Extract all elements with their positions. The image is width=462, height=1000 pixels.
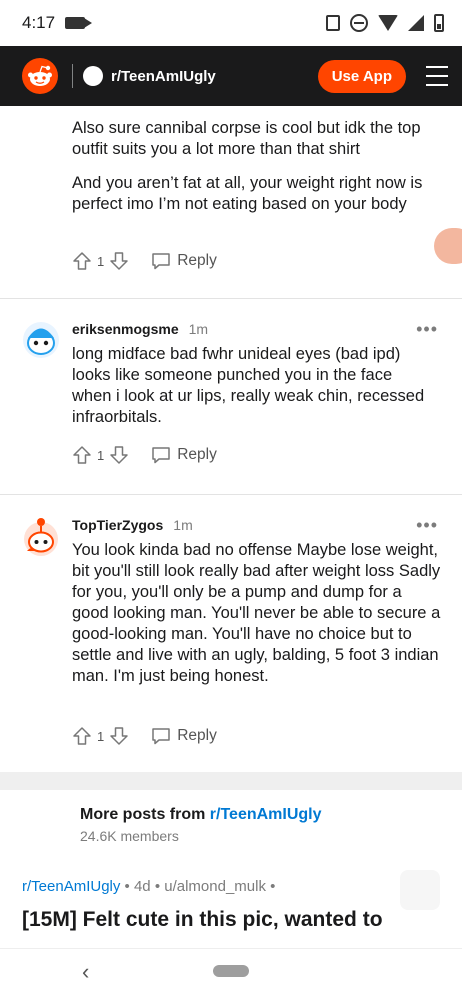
meta-dot: • [154,878,165,895]
comment-actions: 1 Reply [72,251,217,271]
reply-icon [152,728,170,745]
downvote-icon[interactable] [109,445,129,465]
reply-label: Reply [177,446,217,463]
comment-paragraph: Also sure cannibal corpse is cool but id… [72,119,421,158]
more-posts-heading: More posts from r/TeenAmIUgly [80,806,322,824]
comment-body: You look kinda bad no offense Maybe lose… [72,541,441,685]
post-author[interactable]: u/almond_mulk [164,878,266,895]
downvote-icon[interactable] [109,726,129,746]
vote-count: 1 [97,447,105,463]
status-bar: 4:17 [0,0,462,46]
reply-label: Reply [177,727,217,744]
upvote-icon[interactable] [72,251,92,271]
post-thumbnail[interactable] [400,870,440,910]
reply-button[interactable]: Reply [151,727,217,745]
vote-count: 1 [97,253,105,269]
header-divider [72,64,73,88]
vibrate-icon [326,15,340,31]
post-meta: r/TeenAmIUgly • 4d • u/almond_mulk • [22,878,275,895]
avatar[interactable] [22,517,60,557]
vote-count: 1 [97,728,105,744]
reply-button[interactable]: Reply [151,252,217,270]
comment-age: 1m [188,321,209,337]
reply-label: Reply [177,252,217,269]
comment-actions: 1 Reply [72,445,217,465]
post-subreddit-link[interactable]: r/TeenAmIUgly [22,878,120,895]
status-time: 4:17 [22,13,56,32]
video-float-icon[interactable] [434,228,462,264]
system-nav-bar: ‹ [0,948,462,1000]
more-posts-section: More posts from r/TeenAmIUgly 24.6K memb… [0,790,462,948]
comment-paragraph: And you aren’t fat at all, your weight r… [72,174,423,213]
upvote-icon[interactable] [72,726,92,746]
wifi-icon [378,15,398,31]
post-age: 4d [133,878,151,895]
comment-age: 1m [173,517,193,533]
more-posts-prefix: More posts from [80,806,206,823]
subreddit-name[interactable]: r/TeenAmIUgly [111,68,216,85]
do-not-disturb-icon [350,14,368,32]
more-options-icon[interactable]: ••• [416,515,438,536]
comment-author[interactable]: TopTierZygos [72,517,163,533]
comment-meta: TopTierZygos 1m [72,517,193,533]
battery-icon [434,14,444,32]
downvote-icon[interactable] [109,251,129,271]
comment: eriksenmogsme 1m ••• long midface bad fw… [0,299,462,494]
meta-dot: • [124,878,134,895]
app-header: r/TeenAmIUgly Use App [0,46,462,106]
member-count: 24.6K members [80,828,179,844]
meta-dot: • [270,878,276,895]
comment-meta: eriksenmogsme 1m [72,321,208,337]
avatar[interactable] [22,321,60,359]
video-camera-icon [65,17,93,29]
comment-actions: 1 Reply [72,726,217,746]
reply-icon [152,447,170,464]
signal-icon [408,15,424,31]
section-divider [0,772,462,790]
reply-icon [152,253,170,270]
hamburger-menu-icon[interactable] [426,66,448,86]
upvote-icon[interactable] [72,445,92,465]
home-pill[interactable] [213,965,249,977]
use-app-button[interactable]: Use App [317,59,406,93]
more-posts-subreddit-link[interactable]: r/TeenAmIUgly [210,806,322,823]
back-icon[interactable]: ‹ [82,959,89,985]
comment-author[interactable]: eriksenmogsme [72,321,179,337]
subreddit-icon [83,66,103,86]
more-options-icon[interactable]: ••• [416,319,438,340]
comment: TopTierZygos 1m ••• You look kinda bad n… [0,495,462,772]
reply-button[interactable]: Reply [151,446,217,464]
comment: Also sure cannibal corpse is cool but id… [0,106,462,296]
post-title[interactable]: [15M] Felt cute in this pic, wanted to [22,908,452,932]
comment-body: long midface bad fwhr unideal eyes (bad … [72,345,425,426]
reddit-logo-icon[interactable] [22,58,58,94]
